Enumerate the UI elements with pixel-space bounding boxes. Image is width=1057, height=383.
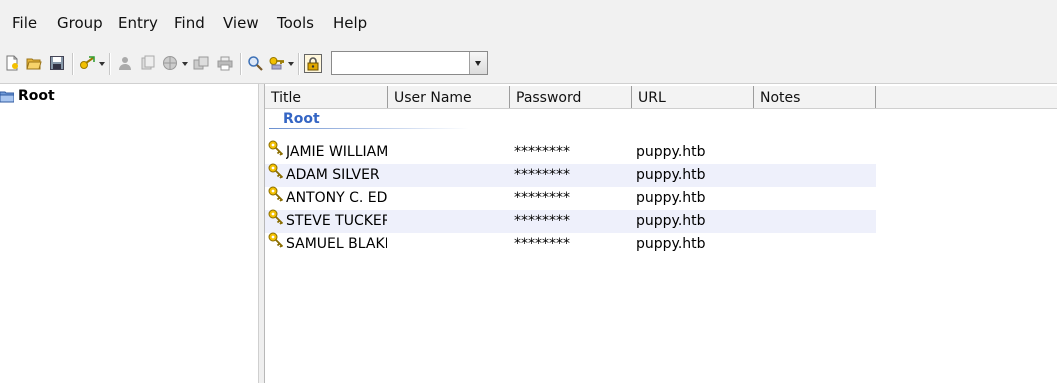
entry-password: ********: [514, 144, 570, 160]
user-icon[interactable]: [117, 55, 133, 71]
duplicate-icon[interactable]: [193, 55, 209, 71]
column-header-url[interactable]: URL: [632, 86, 754, 108]
table-row[interactable]: JAMIE WILLIAM ******** puppy.htb: [265, 139, 876, 164]
entry-password: ********: [514, 190, 570, 206]
group-tree[interactable]: Root: [0, 84, 258, 383]
key-icon: [267, 208, 285, 226]
menu-bar: File Group Entry Find View Tools Help: [0, 0, 1057, 47]
add-entry-icon[interactable]: [79, 55, 95, 71]
lock-icon[interactable]: [304, 54, 322, 73]
folder-icon: [0, 91, 14, 103]
find-icon[interactable]: [247, 55, 263, 71]
toolbar-separator: [298, 53, 300, 75]
key-icon: [267, 162, 285, 180]
column-header-notes[interactable]: Notes: [754, 86, 876, 108]
entry-url: puppy.htb: [636, 236, 706, 252]
key-gen-icon[interactable]: [269, 55, 285, 71]
entry-title: ADAM SILVER: [286, 167, 380, 183]
menu-file[interactable]: File: [12, 14, 37, 32]
key-icon: [267, 185, 285, 203]
entry-title: ANTONY C. EDV: [286, 190, 387, 206]
open-database-icon[interactable]: [26, 55, 42, 71]
menu-view[interactable]: View: [223, 14, 259, 32]
column-header-password[interactable]: Password: [510, 86, 632, 108]
menu-tools[interactable]: Tools: [277, 14, 314, 32]
globe-dropdown-arrow[interactable]: [182, 62, 188, 66]
key-icon: [267, 231, 285, 249]
toolbar-separator: [109, 53, 111, 75]
entry-url: puppy.htb: [636, 190, 706, 206]
key-icon: [267, 139, 285, 157]
table-row[interactable]: ADAM SILVER ******** puppy.htb: [265, 162, 876, 187]
entry-url: puppy.htb: [636, 213, 706, 229]
add-entry-dropdown-arrow[interactable]: [99, 62, 105, 66]
tree-root-item[interactable]: Root: [0, 87, 55, 105]
toolbar-separator: [72, 53, 74, 75]
quick-find-dropdown-button[interactable]: [469, 52, 487, 74]
menu-entry[interactable]: Entry: [118, 14, 158, 32]
group-divider: [269, 128, 469, 129]
menu-find[interactable]: Find: [174, 14, 205, 32]
quick-find-combobox[interactable]: [331, 51, 488, 75]
new-database-icon[interactable]: [4, 55, 20, 71]
entry-title: STEVE TUCKER: [286, 213, 387, 229]
entry-title: SAMUEL BLAKE: [286, 236, 387, 252]
tree-root-label: Root: [18, 88, 55, 104]
print-icon[interactable]: [217, 55, 233, 71]
entry-url: puppy.htb: [636, 167, 706, 183]
toolbar-separator: [240, 53, 242, 75]
group-title: Root: [283, 111, 320, 127]
table-row[interactable]: ANTONY C. EDV ******** puppy.htb: [265, 185, 876, 210]
entry-url: puppy.htb: [636, 144, 706, 160]
toolbar: [0, 46, 1057, 84]
pane-splitter[interactable]: [258, 84, 265, 383]
globe-icon[interactable]: [162, 55, 178, 71]
entry-password: ********: [514, 213, 570, 229]
quick-find-input[interactable]: [333, 53, 477, 73]
entry-password: ********: [514, 236, 570, 252]
entry-password: ********: [514, 167, 570, 183]
key-gen-dropdown-arrow[interactable]: [288, 62, 294, 66]
save-database-icon[interactable]: [49, 55, 65, 71]
table-row[interactable]: STEVE TUCKER ******** puppy.htb: [265, 208, 876, 233]
entry-title: JAMIE WILLIAM: [286, 144, 387, 160]
menu-group[interactable]: Group: [57, 14, 103, 32]
entry-list[interactable]: Title User Name Password URL Notes Root …: [265, 84, 1057, 383]
table-row[interactable]: SAMUEL BLAKE ******** puppy.htb: [265, 231, 876, 256]
list-header: Title User Name Password URL Notes: [265, 86, 1057, 109]
column-header-user-name[interactable]: User Name: [388, 86, 510, 108]
menu-help[interactable]: Help: [333, 14, 367, 32]
copy-icon[interactable]: [140, 55, 156, 71]
column-header-title[interactable]: Title: [265, 86, 388, 108]
